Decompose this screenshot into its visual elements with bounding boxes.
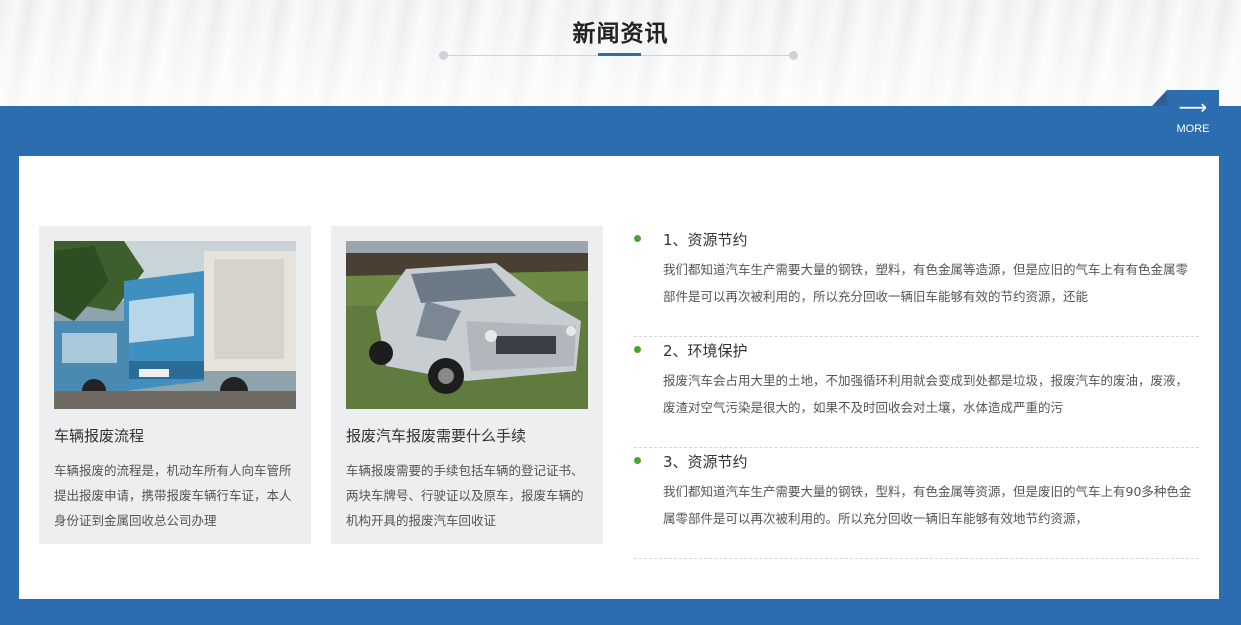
card-title[interactable]: 车辆报废流程 xyxy=(54,425,296,446)
list-item-summary: 报废汽车会占用大里的土地，不加强循环利用就会变成到处都是垃圾，报废汽车的废油，废… xyxy=(663,373,1189,415)
news-list: 1、资源节约 我们都知道汽车生产需要大量的钢铁，塑料，有色金属等造源，但是应旧的… xyxy=(634,226,1199,559)
list-item[interactable]: 3、资源节约 我们都知道汽车生产需要大量的钢铁，型料，有色金属等资源，但是废旧的… xyxy=(634,448,1199,559)
more-button[interactable]: ⟶ MORE xyxy=(1152,90,1219,142)
news-panel: 车辆报废流程 车辆报废的流程是，机动车所有人向车管所提出报废申请，携带报废车辆行… xyxy=(19,156,1219,599)
list-item-summary: 我们都知道汽车生产需要大量的钢铁，塑料，有色金属等造源，但是应旧的气车上有有色金… xyxy=(663,262,1189,304)
divider-accent xyxy=(598,53,641,56)
section-title: 新闻资讯 xyxy=(572,21,669,47)
card-summary: 车辆报废需要的手续包括车辆的登记证书、两块车牌号、行驶证以及原车，报废车辆的机构… xyxy=(346,463,584,528)
card-summary: 车辆报废的流程是，机动车所有人向车管所提出报废申请，携带报废车辆行车证，本人身份… xyxy=(54,463,292,528)
arrow-right-icon: ⟶ xyxy=(1178,95,1208,119)
list-item[interactable]: 2、环境保护 报废汽车会占用大里的土地，不加强循环利用就会变成到处都是垃圾，报废… xyxy=(634,337,1199,448)
divider-dot-right xyxy=(789,51,798,60)
news-card-scrap-procedures[interactable]: 报废汽车报废需要什么手续 车辆报废需要的手续包括车辆的登记证书、两块车牌号、行驶… xyxy=(331,226,603,544)
bullet-dot-icon xyxy=(634,235,641,242)
list-item-summary: 我们都知道汽车生产需要大量的钢铁，型料，有色金属等资源，但是废旧的气车上有90多… xyxy=(663,484,1192,526)
list-item-title[interactable]: 1、资源节约 xyxy=(663,230,1199,250)
bullet-dot-icon xyxy=(634,346,641,353)
list-item-title[interactable]: 3、资源节约 xyxy=(663,452,1199,472)
more-label: MORE xyxy=(1176,123,1210,135)
truck-photo[interactable] xyxy=(54,241,296,409)
divider-dot-left xyxy=(439,51,448,60)
list-item-title[interactable]: 2、环境保护 xyxy=(663,341,1199,361)
card-title[interactable]: 报废汽车报废需要什么手续 xyxy=(346,425,588,446)
bullet-dot-icon xyxy=(634,457,641,464)
wrecked-car-photo[interactable] xyxy=(346,241,588,409)
list-item[interactable]: 1、资源节约 我们都知道汽车生产需要大量的钢铁，塑料，有色金属等造源，但是应旧的… xyxy=(634,226,1199,337)
news-card-scrap-process[interactable]: 车辆报废流程 车辆报废的流程是，机动车所有人向车管所提出报废申请，携带报废车辆行… xyxy=(39,226,311,544)
